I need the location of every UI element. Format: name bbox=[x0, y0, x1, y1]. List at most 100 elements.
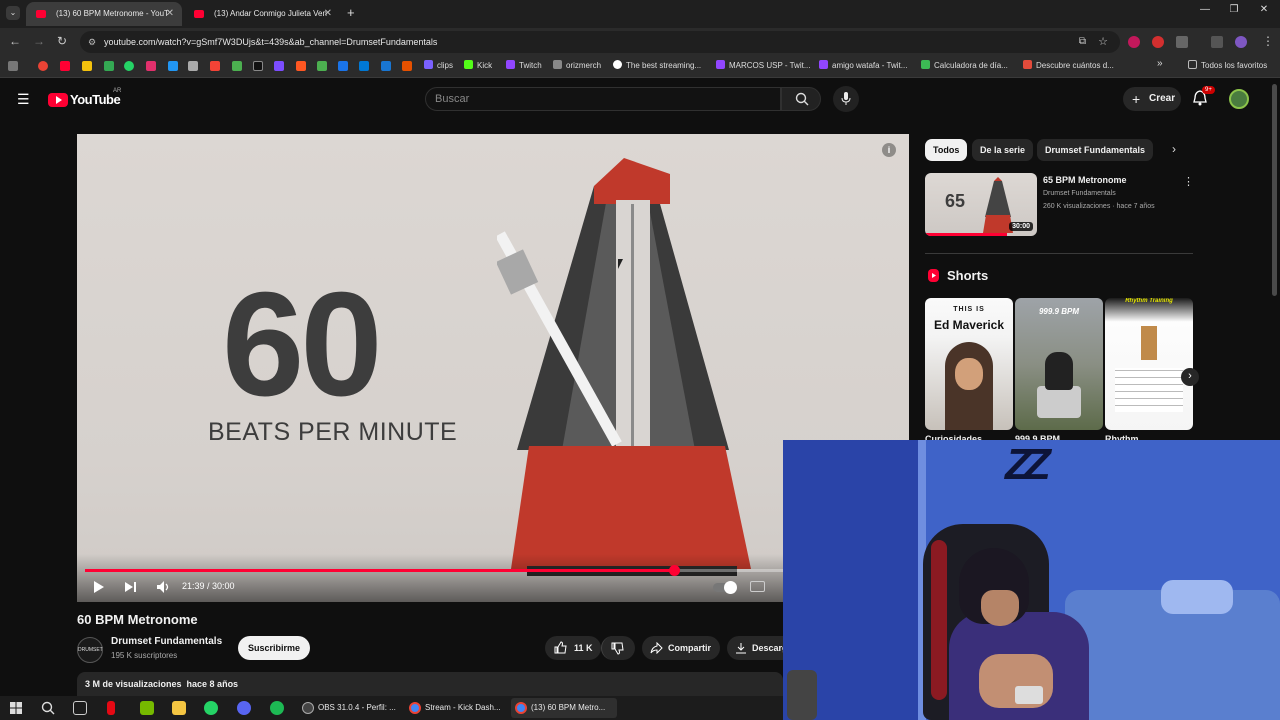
windows-start-icon[interactable] bbox=[10, 702, 22, 714]
bookmark-icon[interactable] bbox=[274, 61, 284, 71]
recommended-thumbnail[interactable]: 65 30:00 bbox=[925, 173, 1037, 236]
more-actions-icon[interactable]: ⋮ bbox=[1183, 175, 1194, 188]
progress-scrubber[interactable] bbox=[669, 565, 680, 576]
task-view-icon[interactable] bbox=[73, 701, 87, 715]
extension-icon[interactable] bbox=[1128, 36, 1140, 48]
more-bookmarks-icon[interactable]: » bbox=[1157, 58, 1163, 69]
netflix-icon[interactable] bbox=[107, 701, 115, 715]
bookmark-orizmerch[interactable]: orizmerch bbox=[553, 60, 601, 70]
notifications-button[interactable]: 9+ bbox=[1193, 86, 1215, 108]
taskbar-app-youtube[interactable]: (13) 60 BPM Metro... bbox=[511, 698, 617, 718]
next-icon[interactable] bbox=[124, 580, 138, 594]
apps-grid-icon[interactable] bbox=[8, 61, 18, 71]
spotify-icon[interactable] bbox=[270, 701, 284, 715]
bookmark-amigo[interactable]: amigo watafa - Twit... bbox=[819, 60, 907, 70]
bookmark-icon[interactable] bbox=[168, 61, 178, 71]
site-info-icon[interactable]: ⚙ bbox=[88, 31, 96, 53]
bookmark-marcos[interactable]: MARCOS USP - Twit... bbox=[716, 60, 811, 70]
close-tab-icon[interactable]: ✕ bbox=[324, 2, 332, 26]
tab-inactive[interactable]: (13) Andar Conmigo Julieta Ven ✕ bbox=[184, 2, 340, 26]
taskbar-search-icon[interactable] bbox=[41, 701, 55, 715]
short-sheet-image bbox=[1115, 368, 1183, 412]
install-icon[interactable]: ⧉ bbox=[1079, 31, 1086, 53]
bookmark-icon[interactable] bbox=[253, 61, 263, 71]
bookmark-icon[interactable] bbox=[317, 61, 327, 71]
chrome-menu-icon[interactable]: ⋮ bbox=[1262, 34, 1274, 48]
extensions-puzzle-icon[interactable] bbox=[1176, 36, 1188, 48]
dislike-button[interactable] bbox=[601, 636, 635, 660]
voice-search-button[interactable] bbox=[833, 86, 859, 112]
search-button[interactable] bbox=[781, 87, 821, 111]
bookmark-icon[interactable] bbox=[60, 61, 70, 71]
taskbar-app-obs[interactable]: OBS 31.0.4 - Perfil: ... bbox=[298, 698, 398, 718]
download-button[interactable]: Descarg bbox=[727, 636, 783, 660]
shorts-next-icon[interactable]: › bbox=[1181, 368, 1199, 386]
minimize-icon[interactable]: — bbox=[1190, 4, 1220, 15]
forward-icon[interactable]: → bbox=[33, 34, 45, 48]
bookmark-icon[interactable] bbox=[146, 61, 156, 71]
back-icon[interactable]: ← bbox=[9, 34, 21, 48]
search-input[interactable]: Buscar bbox=[425, 87, 781, 111]
taskbar-app-kick[interactable]: Stream - Kick Dash... bbox=[405, 698, 505, 718]
recommended-channel[interactable]: Drumset Fundamentals bbox=[1043, 190, 1116, 197]
subscribe-button[interactable]: Suscribirme bbox=[238, 636, 310, 660]
profile-avatar-icon[interactable] bbox=[1235, 36, 1247, 48]
short-card[interactable]: THIS IS Ed Maverick bbox=[925, 298, 1013, 430]
autoplay-toggle[interactable] bbox=[713, 581, 737, 594]
address-bar[interactable]: ⚙ youtube.com/watch?v=gSmf7W3DUjs&t=439s… bbox=[80, 31, 1120, 53]
share-button[interactable]: Compartir bbox=[642, 636, 720, 660]
description-box[interactable]: 3 M de visualizaciones hace 8 años bbox=[77, 672, 783, 696]
nvidia-icon[interactable] bbox=[140, 701, 154, 715]
account-avatar[interactable] bbox=[1229, 89, 1249, 109]
chip-todos[interactable]: Todos bbox=[925, 139, 968, 161]
bookmark-twitch[interactable]: Twitch bbox=[506, 60, 542, 70]
recommended-title[interactable]: 65 BPM Metronome bbox=[1043, 175, 1127, 185]
bookmark-star-icon[interactable]: ☆ bbox=[1098, 31, 1108, 53]
media-controls-icon[interactable] bbox=[1211, 36, 1223, 48]
bookmark-icon[interactable] bbox=[296, 61, 306, 71]
bookmark-icon[interactable] bbox=[338, 61, 348, 71]
restore-icon[interactable]: ❐ bbox=[1219, 4, 1249, 15]
page-scrollbar[interactable] bbox=[1272, 84, 1277, 296]
discord-icon[interactable] bbox=[237, 701, 251, 715]
volume-icon[interactable] bbox=[156, 580, 172, 594]
file-explorer-icon[interactable] bbox=[172, 701, 186, 715]
bookmark-icon[interactable] bbox=[402, 61, 412, 71]
short-card[interactable]: 999.9 BPM bbox=[1015, 298, 1103, 430]
bookmark-icon[interactable] bbox=[210, 61, 220, 71]
create-button[interactable]: + Crear bbox=[1123, 87, 1181, 111]
bookmark-descubre[interactable]: Descubre cuántos d... bbox=[1023, 60, 1114, 70]
bookmark-icon[interactable] bbox=[232, 61, 242, 71]
bookmark-icon[interactable] bbox=[124, 61, 134, 71]
bookmark-icon[interactable] bbox=[38, 61, 48, 71]
reload-icon[interactable]: ↻ bbox=[57, 34, 67, 48]
bookmark-icon[interactable] bbox=[188, 61, 198, 71]
like-button[interactable]: 11 K bbox=[545, 636, 601, 660]
bookmark-streaming[interactable]: The best streaming... bbox=[613, 60, 701, 70]
bookmark-icon[interactable] bbox=[381, 61, 391, 71]
short-card[interactable]: Rhythm Training bbox=[1105, 298, 1193, 430]
bookmark-icon[interactable] bbox=[104, 61, 114, 71]
close-window-icon[interactable]: ✕ bbox=[1249, 4, 1279, 15]
chip-de-la-serie[interactable]: De la serie bbox=[972, 139, 1034, 161]
info-icon[interactable]: i bbox=[882, 143, 896, 157]
bookmark-calculadora[interactable]: Calculadora de día... bbox=[921, 60, 1008, 70]
close-tab-icon[interactable]: ✕ bbox=[166, 2, 174, 26]
chip-channel[interactable]: Drumset Fundamentals bbox=[1037, 139, 1154, 161]
bookmark-clips[interactable]: clips bbox=[424, 60, 453, 70]
tab-active[interactable]: (13) 60 BPM Metronome - YouT ✕ bbox=[26, 2, 182, 26]
extension-icon[interactable] bbox=[1152, 36, 1164, 48]
channel-avatar[interactable]: DRUMSET bbox=[77, 637, 103, 663]
hamburger-menu-icon[interactable]: ☰ bbox=[17, 91, 30, 108]
bookmark-kick[interactable]: Kick bbox=[464, 60, 492, 70]
bookmark-icon[interactable] bbox=[359, 61, 369, 71]
whatsapp-icon[interactable] bbox=[204, 701, 218, 715]
play-icon[interactable] bbox=[93, 580, 105, 594]
channel-name[interactable]: Drumset Fundamentals bbox=[111, 636, 222, 647]
tab-search-icon[interactable]: ⌄ bbox=[6, 6, 20, 20]
subtitles-icon[interactable] bbox=[750, 581, 765, 592]
new-tab-button[interactable]: + bbox=[347, 5, 355, 20]
chips-next-chevron-icon[interactable]: › bbox=[1172, 142, 1176, 156]
all-bookmarks[interactable]: Todos los favoritos bbox=[1188, 60, 1267, 70]
bookmark-icon[interactable] bbox=[82, 61, 92, 71]
